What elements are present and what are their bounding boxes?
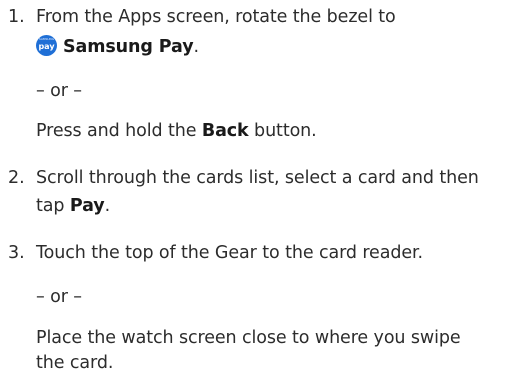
step-3-or-separator: – or – — [36, 287, 82, 307]
step-1-period: . — [193, 37, 200, 57]
step-3-number: 3. — [8, 243, 25, 263]
step-3-text: Touch the top of the Gear to the card re… — [36, 243, 423, 263]
step-1-alt-prefix: Press and hold the — [36, 121, 202, 141]
pay-label: Pay — [69, 196, 105, 216]
step-2-text-line1: Scroll through the cards list, select a … — [36, 168, 479, 188]
instruction-document: 1. From the Apps screen, rotate the beze… — [0, 0, 518, 374]
samsung-pay-name: Samsung Pay — [63, 37, 194, 57]
step-2-number: 2. — [8, 168, 25, 188]
step-2-suffix: . — [104, 196, 111, 216]
step-2-prefix: tap — [36, 196, 70, 216]
step-2-text-line2: tap Pay. — [36, 195, 110, 217]
step-1-number: 1. — [8, 7, 25, 27]
step-3-alt-line2: the card. — [36, 353, 114, 373]
step-1-app-line: SAMSUNG pay Samsung Pay. — [36, 35, 199, 58]
samsung-pay-icon-brand: SAMSUNG — [38, 37, 55, 41]
back-button-label: Back — [201, 121, 249, 141]
step-1-text: From the Apps screen, rotate the bezel t… — [36, 7, 396, 27]
step-3-alt-line1: Place the watch screen close to where yo… — [36, 328, 461, 348]
step-1-alt-text: Press and hold the Back button. — [36, 120, 317, 142]
samsung-pay-icon: SAMSUNG pay — [36, 35, 57, 56]
samsung-pay-icon-label: pay — [38, 42, 55, 51]
step-1-or-separator: – or – — [36, 81, 82, 101]
step-1-alt-suffix: button. — [248, 121, 317, 141]
